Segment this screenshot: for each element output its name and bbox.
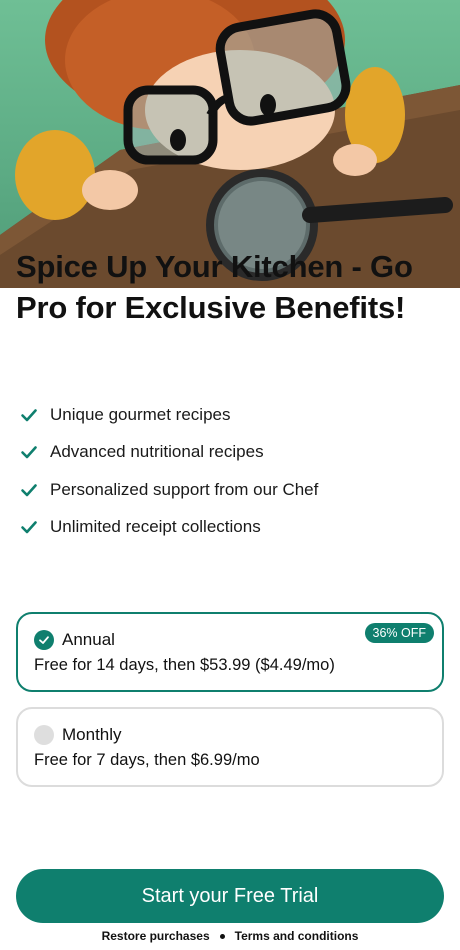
restore-purchases-link[interactable]: Restore purchases — [102, 929, 210, 943]
plan-header: Monthly — [34, 725, 122, 745]
chef-kid-illustration — [0, 0, 460, 288]
plan-description: Free for 7 days, then $6.99/mo — [34, 751, 260, 769]
separator-dot — [219, 933, 225, 939]
check-icon — [20, 518, 38, 536]
selected-check-icon — [34, 630, 54, 650]
feature-label: Advanced nutritional recipes — [50, 442, 264, 462]
footer-links: Restore purchases Terms and conditions — [0, 929, 460, 943]
plan-header: Annual — [34, 630, 115, 650]
check-icon — [20, 481, 38, 499]
plan-option-monthly[interactable]: Monthly Free for 7 days, then $6.99/mo — [16, 707, 444, 787]
check-icon — [20, 443, 38, 461]
hero-illustration — [0, 0, 460, 288]
discount-badge: 36% OFF — [364, 623, 434, 643]
feature-item: Unlimited receipt collections — [20, 509, 440, 547]
check-icon — [20, 406, 38, 424]
feature-label: Unique gourmet recipes — [50, 404, 231, 424]
page-title: Spice Up Your Kitchen - Go Pro for Exclu… — [16, 249, 413, 325]
plan-name: Annual — [62, 630, 115, 649]
feature-list: Unique gourmet recipes Advanced nutritio… — [20, 396, 440, 546]
feature-item: Advanced nutritional recipes — [20, 434, 440, 472]
unselected-radio-icon — [34, 725, 54, 745]
plan-option-annual[interactable]: Annual 36% OFF Free for 14 days, then $5… — [16, 612, 444, 692]
feature-label: Personalized support from our Chef — [50, 479, 319, 499]
terms-link[interactable]: Terms and conditions — [235, 929, 359, 943]
plan-description: Free for 14 days, then $53.99 ($4.49/mo) — [34, 656, 335, 674]
feature-item: Unique gourmet recipes — [20, 396, 440, 434]
feature-label: Unlimited receipt collections — [50, 517, 261, 537]
plan-name: Monthly — [62, 725, 122, 744]
feature-item: Personalized support from our Chef — [20, 471, 440, 509]
start-free-trial-button[interactable]: Start your Free Trial — [16, 869, 444, 923]
